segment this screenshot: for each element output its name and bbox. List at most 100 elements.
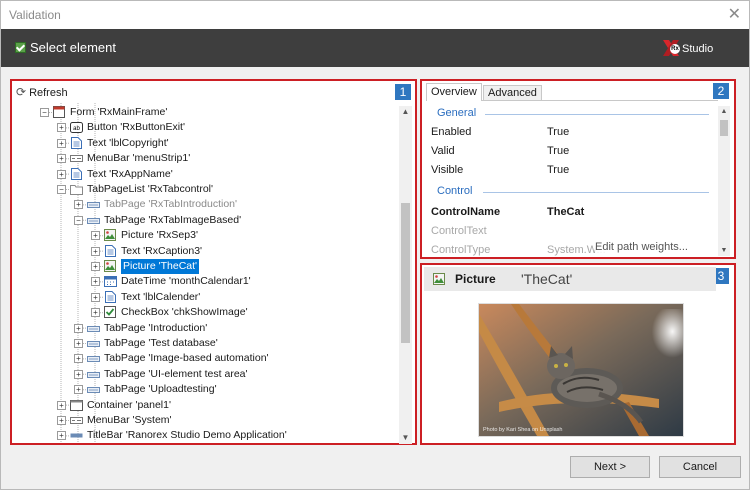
property-row[interactable]: Visible True <box>427 161 717 179</box>
expand-icon[interactable]: + <box>74 200 83 210</box>
collapse-icon[interactable]: − <box>74 215 83 225</box>
expand-icon[interactable]: + <box>74 369 83 379</box>
refresh-button[interactable]: ⟳ Refresh <box>16 85 68 99</box>
expand-icon[interactable]: + <box>57 169 66 179</box>
property-row[interactable]: Valid True <box>427 142 717 160</box>
tabpage-icon <box>87 341 100 347</box>
element-tree[interactable]: − Form 'RxMainFrame' + ab Button 'RxButtonEx… <box>14 103 400 443</box>
checkbox-icon <box>104 306 116 319</box>
tree-node[interactable]: + ab Button 'RxButtonExit' <box>14 120 400 135</box>
tree-node[interactable]: − Form 'RxMainFrame' <box>14 105 400 120</box>
collapse-icon[interactable]: − <box>40 108 49 117</box>
tree-node[interactable]: + TabPage 'RxTabIntroduction' <box>14 197 400 212</box>
tree-node[interactable]: + TabPage 'Introduction' <box>14 321 400 336</box>
menubar-icon <box>70 155 83 163</box>
expand-icon[interactable]: + <box>91 277 100 287</box>
tree-node-label: Text 'lblCalender' <box>121 290 201 303</box>
tree-node-label: Container 'panel1' <box>87 398 171 411</box>
close-icon[interactable]: ✕ <box>728 4 741 24</box>
tree-node-label: CheckBox 'chkShowImage' <box>121 306 248 319</box>
tree-node[interactable]: + DateTime 'monthCalendar1' <box>14 274 400 289</box>
picture-icon <box>104 260 116 272</box>
tree-node[interactable]: − TabPageList 'RxTabcontrol' <box>14 182 400 197</box>
refresh-icon: ⟳ <box>16 85 27 99</box>
property-key: ControlName <box>431 206 501 218</box>
scroll-thumb[interactable] <box>401 203 410 343</box>
logo-text: Studio <box>682 43 714 55</box>
tree-node-label: MenuBar 'menuStrip1' <box>87 152 191 165</box>
tree-node[interactable]: + TabPage 'UI-element test area' <box>14 367 400 382</box>
container-icon <box>70 399 83 411</box>
button-icon: ab <box>70 122 83 134</box>
text-icon <box>105 290 116 303</box>
cat-photo-drawing <box>479 304 683 436</box>
tree-node-label: Text 'RxCaption3' <box>121 244 203 257</box>
expand-icon[interactable]: + <box>91 292 100 302</box>
tree-node[interactable]: + CheckBox 'chkShowImage' <box>14 305 400 320</box>
expand-icon[interactable]: + <box>74 323 83 333</box>
tab-advanced[interactable]: Advanced <box>483 85 542 101</box>
refresh-label: Refresh <box>29 87 68 99</box>
text-icon <box>105 244 116 257</box>
tree-node[interactable]: + Text 'RxCaption3' <box>14 244 400 259</box>
scroll-down-icon[interactable]: ▼ <box>399 432 412 444</box>
tree-node-label: TabPage 'Image-based automation' <box>104 352 269 365</box>
cat-photo-image: Photo by Kari Shea on Unsplash <box>478 303 684 437</box>
expand-icon[interactable]: + <box>74 339 83 348</box>
scroll-thumb[interactable] <box>720 120 728 136</box>
tree-node[interactable]: + TabPage 'Test database' <box>14 336 400 351</box>
tree-node[interactable]: + Picture 'TheCat' <box>14 259 400 274</box>
scroll-down-icon[interactable]: ▼ <box>718 245 730 256</box>
property-key: ControlType <box>431 244 491 256</box>
tree-node[interactable]: + TitleBar 'Ranorex Studio Demo Applicati… <box>14 428 400 443</box>
tree-node[interactable]: + Container 'panel1' <box>14 398 400 413</box>
element-type: Picture <box>455 272 496 286</box>
expand-icon[interactable]: + <box>57 431 66 441</box>
property-row[interactable]: ControlText <box>427 222 717 240</box>
expand-icon[interactable]: + <box>57 416 66 425</box>
section-control: Control <box>427 183 717 199</box>
form-icon <box>53 106 65 118</box>
tree-node-label: TabPage 'Uploadtesting' <box>104 383 217 396</box>
select-element-check-icon[interactable] <box>15 42 26 53</box>
tree-node[interactable]: + TabPage 'Uploadtesting' <box>14 382 400 397</box>
tree-node-label: TabPageList 'RxTabcontrol' <box>87 183 213 195</box>
scroll-up-icon[interactable]: ▲ <box>399 106 412 118</box>
tree-node[interactable]: + Text 'lblCopyright' <box>14 136 400 151</box>
logo-badge: Rx <box>670 44 680 54</box>
expand-icon[interactable]: + <box>91 262 100 271</box>
expand-icon[interactable]: + <box>91 231 100 241</box>
picture-icon <box>433 273 445 285</box>
tree-node[interactable]: + TabPage 'Image-based automation' <box>14 351 400 366</box>
collapse-icon[interactable]: − <box>57 185 66 194</box>
tree-scrollbar[interactable]: ▲ ▼ <box>399 106 412 444</box>
tree-node[interactable]: + Text 'RxAppName' <box>14 167 400 182</box>
tree-node[interactable]: + MenuBar 'menuStrip1' <box>14 151 400 166</box>
tree-node[interactable]: + Text 'lblCalender' <box>14 290 400 305</box>
scroll-up-icon[interactable]: ▲ <box>718 106 730 117</box>
property-row[interactable]: Enabled True <box>427 123 717 141</box>
tabpage-icon <box>87 202 100 209</box>
properties-panel: 2 Overview Advanced General Enabled True… <box>420 79 736 259</box>
property-value: True <box>547 164 570 176</box>
expand-icon[interactable]: + <box>57 154 66 164</box>
properties-scrollbar[interactable]: ▲ ▼ <box>718 106 730 256</box>
expand-icon[interactable]: + <box>57 400 66 410</box>
tab-overview[interactable]: Overview <box>426 83 482 101</box>
text-icon <box>71 167 82 180</box>
expand-icon[interactable]: + <box>57 138 66 148</box>
cancel-button[interactable]: Cancel <box>659 456 741 478</box>
element-name: 'TheCat' <box>521 271 573 287</box>
element-tree-panel: 1 ⟳ Refresh − Form 'RxMainFrame' + ab Button … <box>10 79 417 445</box>
tree-node[interactable]: + MenuBar 'System' <box>14 413 400 428</box>
edit-path-weights-link[interactable]: Edit path weights... <box>595 241 688 253</box>
expand-icon[interactable]: + <box>57 123 66 133</box>
next-button[interactable]: Next > <box>570 456 650 478</box>
expand-icon[interactable]: + <box>91 308 100 318</box>
expand-icon[interactable]: + <box>91 246 100 256</box>
tree-node[interactable]: − TabPage 'RxTabImageBased' <box>14 213 400 228</box>
property-row[interactable]: ControlName TheCat <box>427 203 717 221</box>
expand-icon[interactable]: + <box>74 354 83 364</box>
expand-icon[interactable]: + <box>74 385 83 395</box>
tree-node[interactable]: + Picture 'RxSep3' <box>14 228 400 243</box>
